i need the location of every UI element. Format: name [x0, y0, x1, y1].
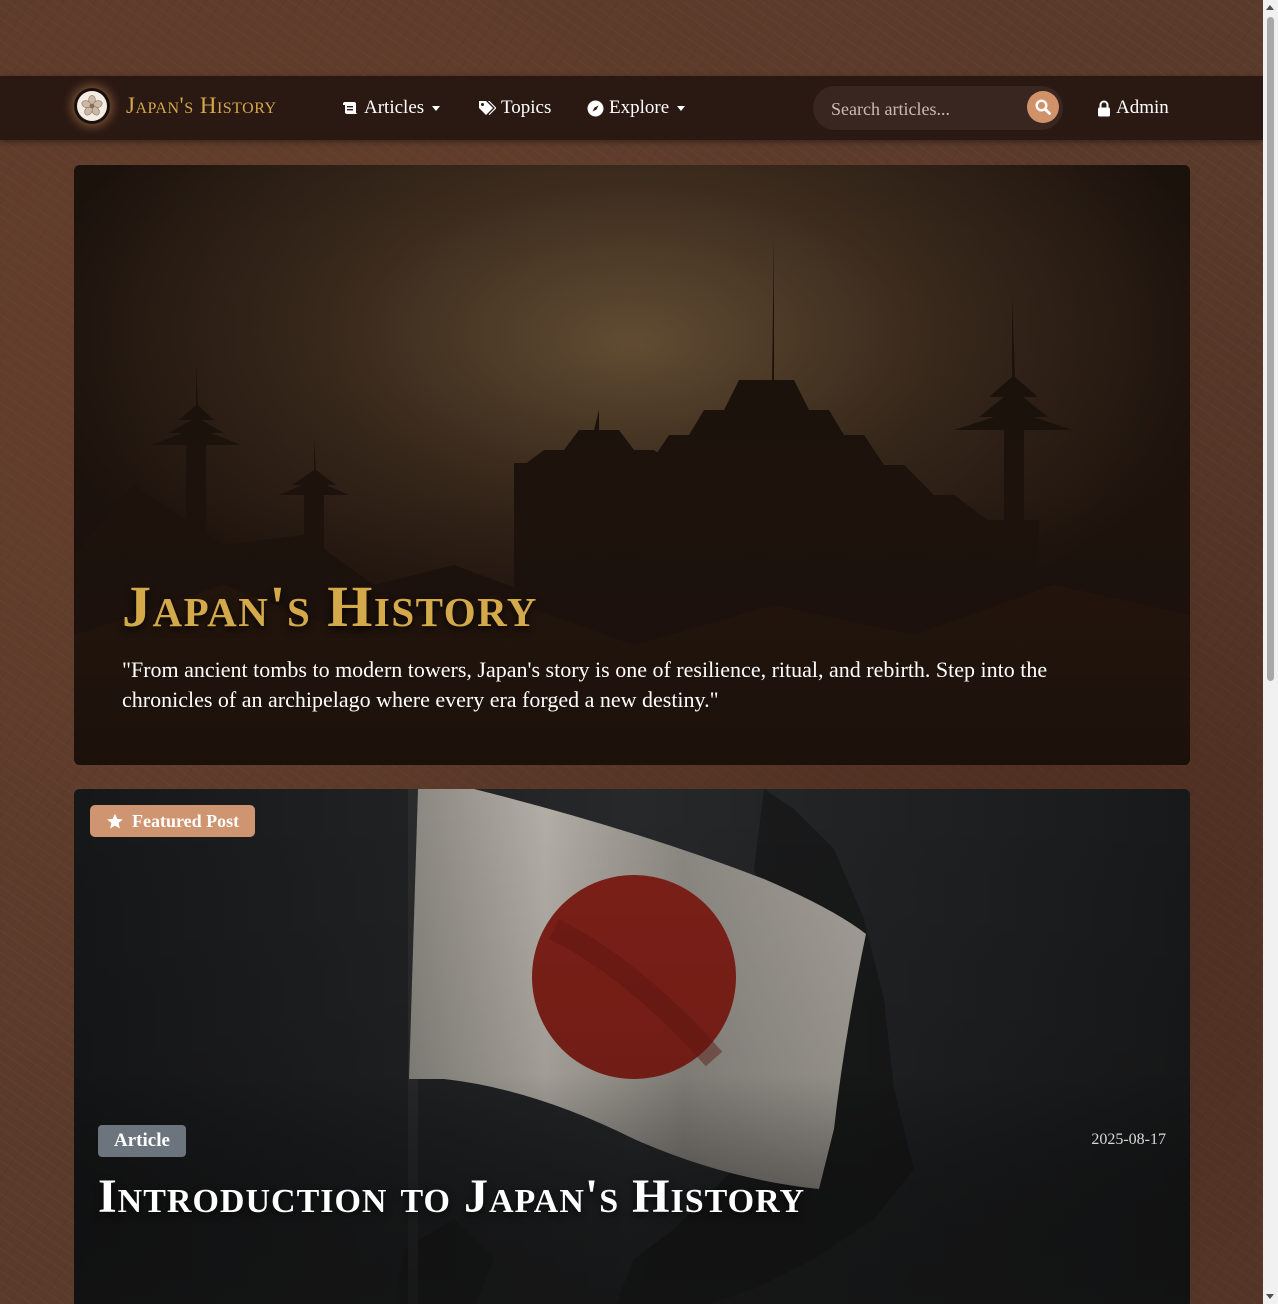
- japan-flag-image: [74, 789, 1190, 1304]
- brand-link[interactable]: Japan's History: [74, 88, 277, 124]
- search-icon: [1035, 99, 1051, 115]
- hero-quote: "From ancient tombs to modern towers, Ja…: [122, 657, 1048, 712]
- featured-post-card[interactable]: Featured Post Article 2025-08-17 Introdu…: [74, 789, 1190, 1304]
- category-badge[interactable]: Article: [98, 1125, 186, 1157]
- caret-down-icon: [432, 105, 441, 111]
- search-form: [813, 86, 1063, 130]
- nav-topics-link[interactable]: Topics: [478, 96, 551, 120]
- post-date: 2025-08-17: [1091, 1131, 1166, 1148]
- post-title[interactable]: Introduction to Japan's History: [98, 1169, 805, 1224]
- featured-badge: Featured Post: [90, 805, 256, 837]
- nav-explore-label: Explore: [609, 97, 670, 118]
- compass-icon: [587, 100, 604, 117]
- caret-down-icon: [677, 105, 686, 111]
- top-navbar: Japan's History Articles Topics Explore …: [0, 76, 1263, 140]
- scroll-icon: [341, 100, 359, 116]
- nav-explore-dropdown[interactable]: Explore: [587, 96, 686, 120]
- star-icon: [106, 813, 124, 830]
- nav-articles-dropdown[interactable]: Articles: [341, 96, 441, 120]
- scroll-down-arrow-icon[interactable]: [1266, 1294, 1274, 1299]
- nav-articles-label: Articles: [364, 97, 425, 118]
- page-scrollbar[interactable]: [1263, 0, 1278, 1304]
- admin-link[interactable]: Admin: [1097, 96, 1169, 120]
- brand-title: Japan's History: [126, 93, 277, 118]
- admin-label: Admin: [1116, 97, 1169, 118]
- flower-crest-icon: [74, 88, 110, 124]
- search-button[interactable]: [1027, 91, 1059, 123]
- hero-banner: Japan's History "From ancient tombs to m…: [74, 165, 1190, 765]
- search-input[interactable]: [823, 92, 1023, 126]
- lock-icon: [1097, 100, 1111, 117]
- scroll-up-arrow-icon[interactable]: [1266, 5, 1274, 10]
- hero-title: Japan's History: [122, 574, 538, 639]
- nav-topics-label: Topics: [501, 97, 552, 118]
- featured-badge-label: Featured Post: [132, 810, 240, 831]
- scrollbar-thumb[interactable]: [1267, 17, 1274, 681]
- tags-icon: [478, 100, 496, 116]
